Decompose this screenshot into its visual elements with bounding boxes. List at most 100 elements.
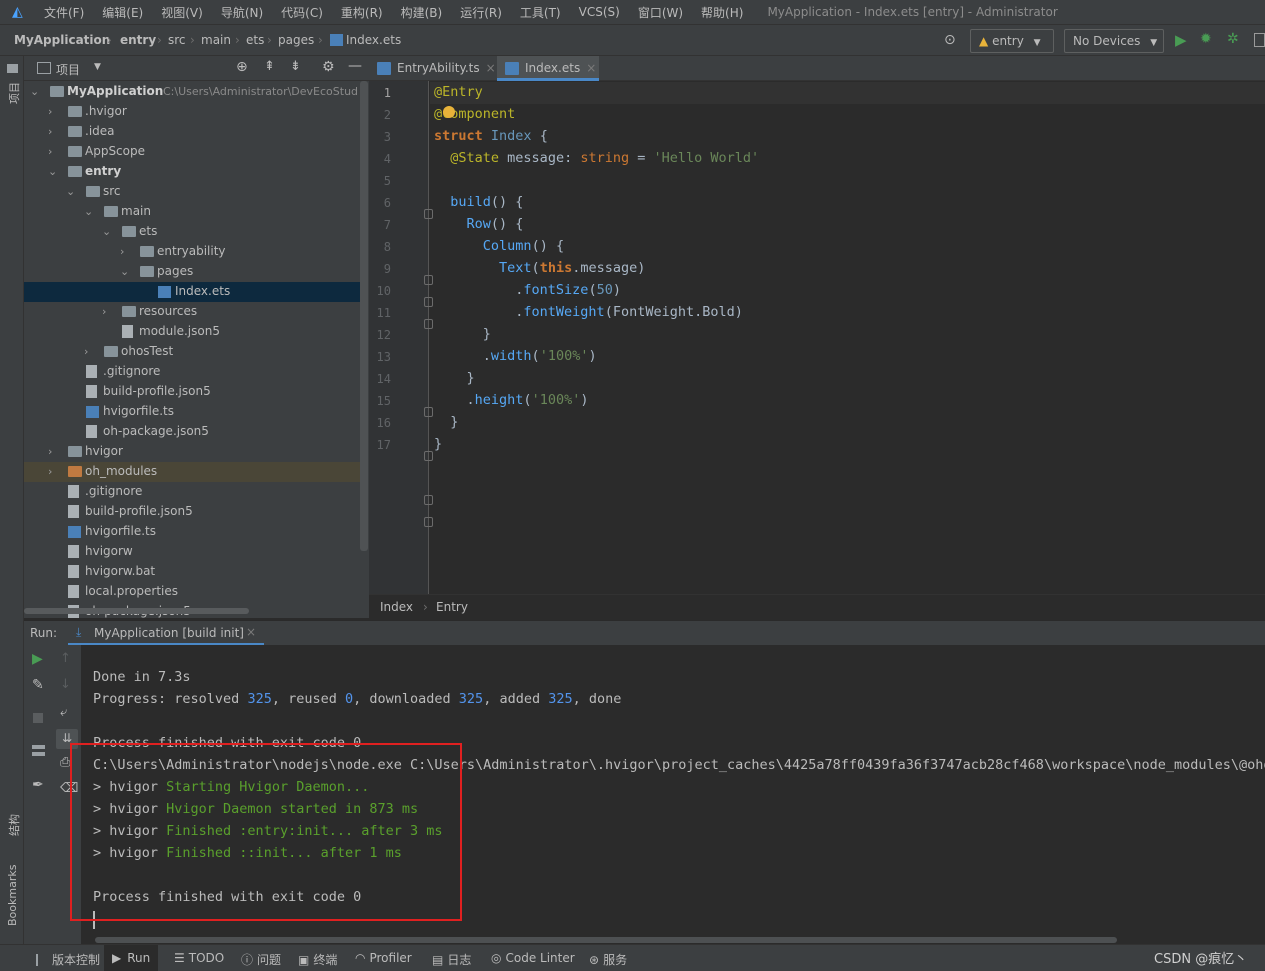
- tab-entryability[interactable]: EntryAbility.ts ×: [369, 56, 496, 81]
- tree-item[interactable]: › .hvigor: [24, 102, 362, 122]
- menu-vcs[interactable]: VCS(S): [571, 5, 630, 19]
- chevron-right-icon[interactable]: ›: [48, 105, 60, 118]
- menu-window[interactable]: 窗口(W): [630, 4, 693, 21]
- tab-index[interactable]: Index.ets ×: [497, 56, 599, 81]
- menu-build[interactable]: 构建(B): [393, 4, 453, 21]
- tree-item[interactable]: hvigorw.bat: [24, 562, 362, 582]
- structure-tool-label[interactable]: 结构: [6, 814, 22, 836]
- tree-item[interactable]: › oh_modules: [24, 462, 362, 482]
- layout-icon[interactable]: [32, 745, 45, 756]
- status-version-control[interactable]: 版本控制: [36, 951, 100, 968]
- breadcrumb-pages[interactable]: pages: [278, 33, 314, 47]
- breadcrumb-main[interactable]: main: [201, 33, 231, 47]
- tree-item[interactable]: local.properties: [24, 582, 362, 602]
- chevron-right-icon[interactable]: ›: [48, 445, 60, 458]
- locate-file-icon[interactable]: ⊕: [236, 59, 248, 75]
- tree-item[interactable]: build-profile.json5: [24, 502, 362, 522]
- chevron-down-icon[interactable]: ⌄: [66, 185, 78, 198]
- intention-bulb-icon[interactable]: [443, 106, 455, 118]
- chevron-right-icon[interactable]: ›: [48, 145, 60, 158]
- print-icon[interactable]: ⎙: [60, 755, 70, 770]
- device-selector[interactable]: No Devices ▼: [1064, 29, 1164, 53]
- collapse-all-icon[interactable]: ⇟: [290, 59, 301, 74]
- module-selector[interactable]: ▲ entry ▼: [970, 29, 1054, 53]
- menu-tools[interactable]: 工具(T): [512, 4, 571, 21]
- target-icon[interactable]: ⊙: [944, 32, 956, 48]
- chevron-down-icon[interactable]: ▼: [94, 62, 101, 72]
- expand-all-icon[interactable]: ⇞: [264, 59, 275, 74]
- menu-refactor[interactable]: 重构(R): [333, 4, 393, 21]
- chevron-down-icon[interactable]: ⌄: [120, 265, 132, 278]
- chevron-right-icon[interactable]: ›: [102, 305, 114, 318]
- tree-item[interactable]: › .idea: [24, 122, 362, 142]
- editor-breadcrumb-index[interactable]: Index: [380, 600, 413, 614]
- status-problems[interactable]: ⓘ 问题: [241, 951, 281, 968]
- breadcrumb-file[interactable]: Index.ets: [346, 33, 401, 47]
- menu-code[interactable]: 代码(C): [273, 4, 333, 21]
- status-services[interactable]: ⊛ 服务: [589, 951, 627, 968]
- tree-item[interactable]: Index.ets: [24, 282, 362, 302]
- menu-navigate[interactable]: 导航(N): [213, 4, 273, 21]
- arrow-down-icon[interactable]: ↓: [60, 677, 71, 692]
- tree-item[interactable]: hvigorfile.ts: [24, 522, 362, 542]
- tree-item[interactable]: › resources: [24, 302, 362, 322]
- close-icon[interactable]: ×: [586, 61, 596, 75]
- tree-item[interactable]: ⌄ ets: [24, 222, 362, 242]
- hide-panel-icon[interactable]: —: [348, 58, 362, 74]
- code-editor[interactable]: @Entry @Component struct Index { @State …: [430, 81, 1265, 594]
- status-code-linter[interactable]: ◎ Code Linter: [491, 951, 575, 965]
- menu-help[interactable]: 帮助(H): [693, 4, 753, 21]
- chevron-right-icon[interactable]: ›: [48, 465, 60, 478]
- tree-root[interactable]: ⌄ MyApplication C:\Users\Administrator\D…: [24, 82, 362, 102]
- tree-item[interactable]: hvigorw: [24, 542, 362, 562]
- chevron-right-icon[interactable]: ›: [48, 125, 60, 138]
- tree-item[interactable]: oh-package.json5: [24, 422, 362, 442]
- console-horizontal-scrollbar[interactable]: [95, 937, 1117, 943]
- tree-item[interactable]: › hvigor: [24, 442, 362, 462]
- breadcrumb-entry[interactable]: entry: [120, 33, 156, 47]
- breadcrumb-project[interactable]: MyApplication: [14, 33, 110, 47]
- editor-breadcrumb-entry[interactable]: Entry: [436, 600, 468, 614]
- project-tool-label[interactable]: 项目: [6, 82, 22, 104]
- stop-icon[interactable]: [33, 713, 43, 723]
- close-icon[interactable]: ×: [486, 61, 496, 75]
- attach-debugger-icon[interactable]: ✲: [1227, 31, 1239, 47]
- chevron-down-icon[interactable]: ⌄: [84, 205, 96, 218]
- pin-icon[interactable]: ✒: [32, 777, 44, 793]
- project-tool-icon[interactable]: [7, 64, 18, 73]
- arrow-up-icon[interactable]: ↑: [60, 651, 71, 666]
- tree-item[interactable]: .gitignore: [24, 482, 362, 502]
- tree-item[interactable]: build-profile.json5: [24, 382, 362, 402]
- run-tab[interactable]: ⤓ MyApplication [build init] ×: [68, 621, 264, 646]
- chevron-right-icon[interactable]: ›: [120, 245, 132, 258]
- close-icon[interactable]: ×: [246, 625, 256, 639]
- bookmarks-tool-label[interactable]: Bookmarks: [6, 865, 19, 926]
- tree-item[interactable]: › entryability: [24, 242, 362, 262]
- tree-item[interactable]: ⌄ main: [24, 202, 362, 222]
- debug-icon[interactable]: ✹: [1200, 31, 1212, 47]
- menu-run[interactable]: 运行(R): [452, 4, 512, 21]
- status-run[interactable]: ▶ Run: [104, 945, 159, 971]
- tree-horizontal-scrollbar[interactable]: [24, 608, 249, 614]
- chevron-right-icon[interactable]: ›: [84, 345, 96, 358]
- chevron-down-icon[interactable]: ⌄: [48, 165, 60, 178]
- tree-item[interactable]: ⌄ src: [24, 182, 362, 202]
- device-manager-icon[interactable]: [1254, 33, 1265, 47]
- menu-view[interactable]: 视图(V): [153, 4, 213, 21]
- tree-item[interactable]: ⌄ pages: [24, 262, 362, 282]
- gear-icon[interactable]: ⚙: [322, 59, 335, 75]
- tree-item[interactable]: › AppScope: [24, 142, 362, 162]
- tree-vertical-scrollbar[interactable]: [360, 81, 368, 551]
- status-log[interactable]: ▤ 日志: [432, 951, 471, 968]
- breadcrumb-src[interactable]: src: [168, 33, 186, 47]
- menu-edit[interactable]: 编辑(E): [94, 4, 153, 21]
- tree-item[interactable]: ⌄ entry: [24, 162, 362, 182]
- rerun-icon[interactable]: ▶: [32, 651, 43, 667]
- status-todo[interactable]: ☰ TODO: [174, 951, 224, 965]
- project-panel-title[interactable]: 项目: [56, 61, 80, 78]
- menu-file[interactable]: 文件(F): [36, 4, 94, 21]
- chevron-down-icon[interactable]: ⌄: [30, 85, 42, 98]
- wrench-icon[interactable]: ✎: [32, 677, 44, 693]
- chevron-down-icon[interactable]: ⌄: [102, 225, 114, 238]
- soft-wrap-icon[interactable]: ⤶: [60, 705, 67, 720]
